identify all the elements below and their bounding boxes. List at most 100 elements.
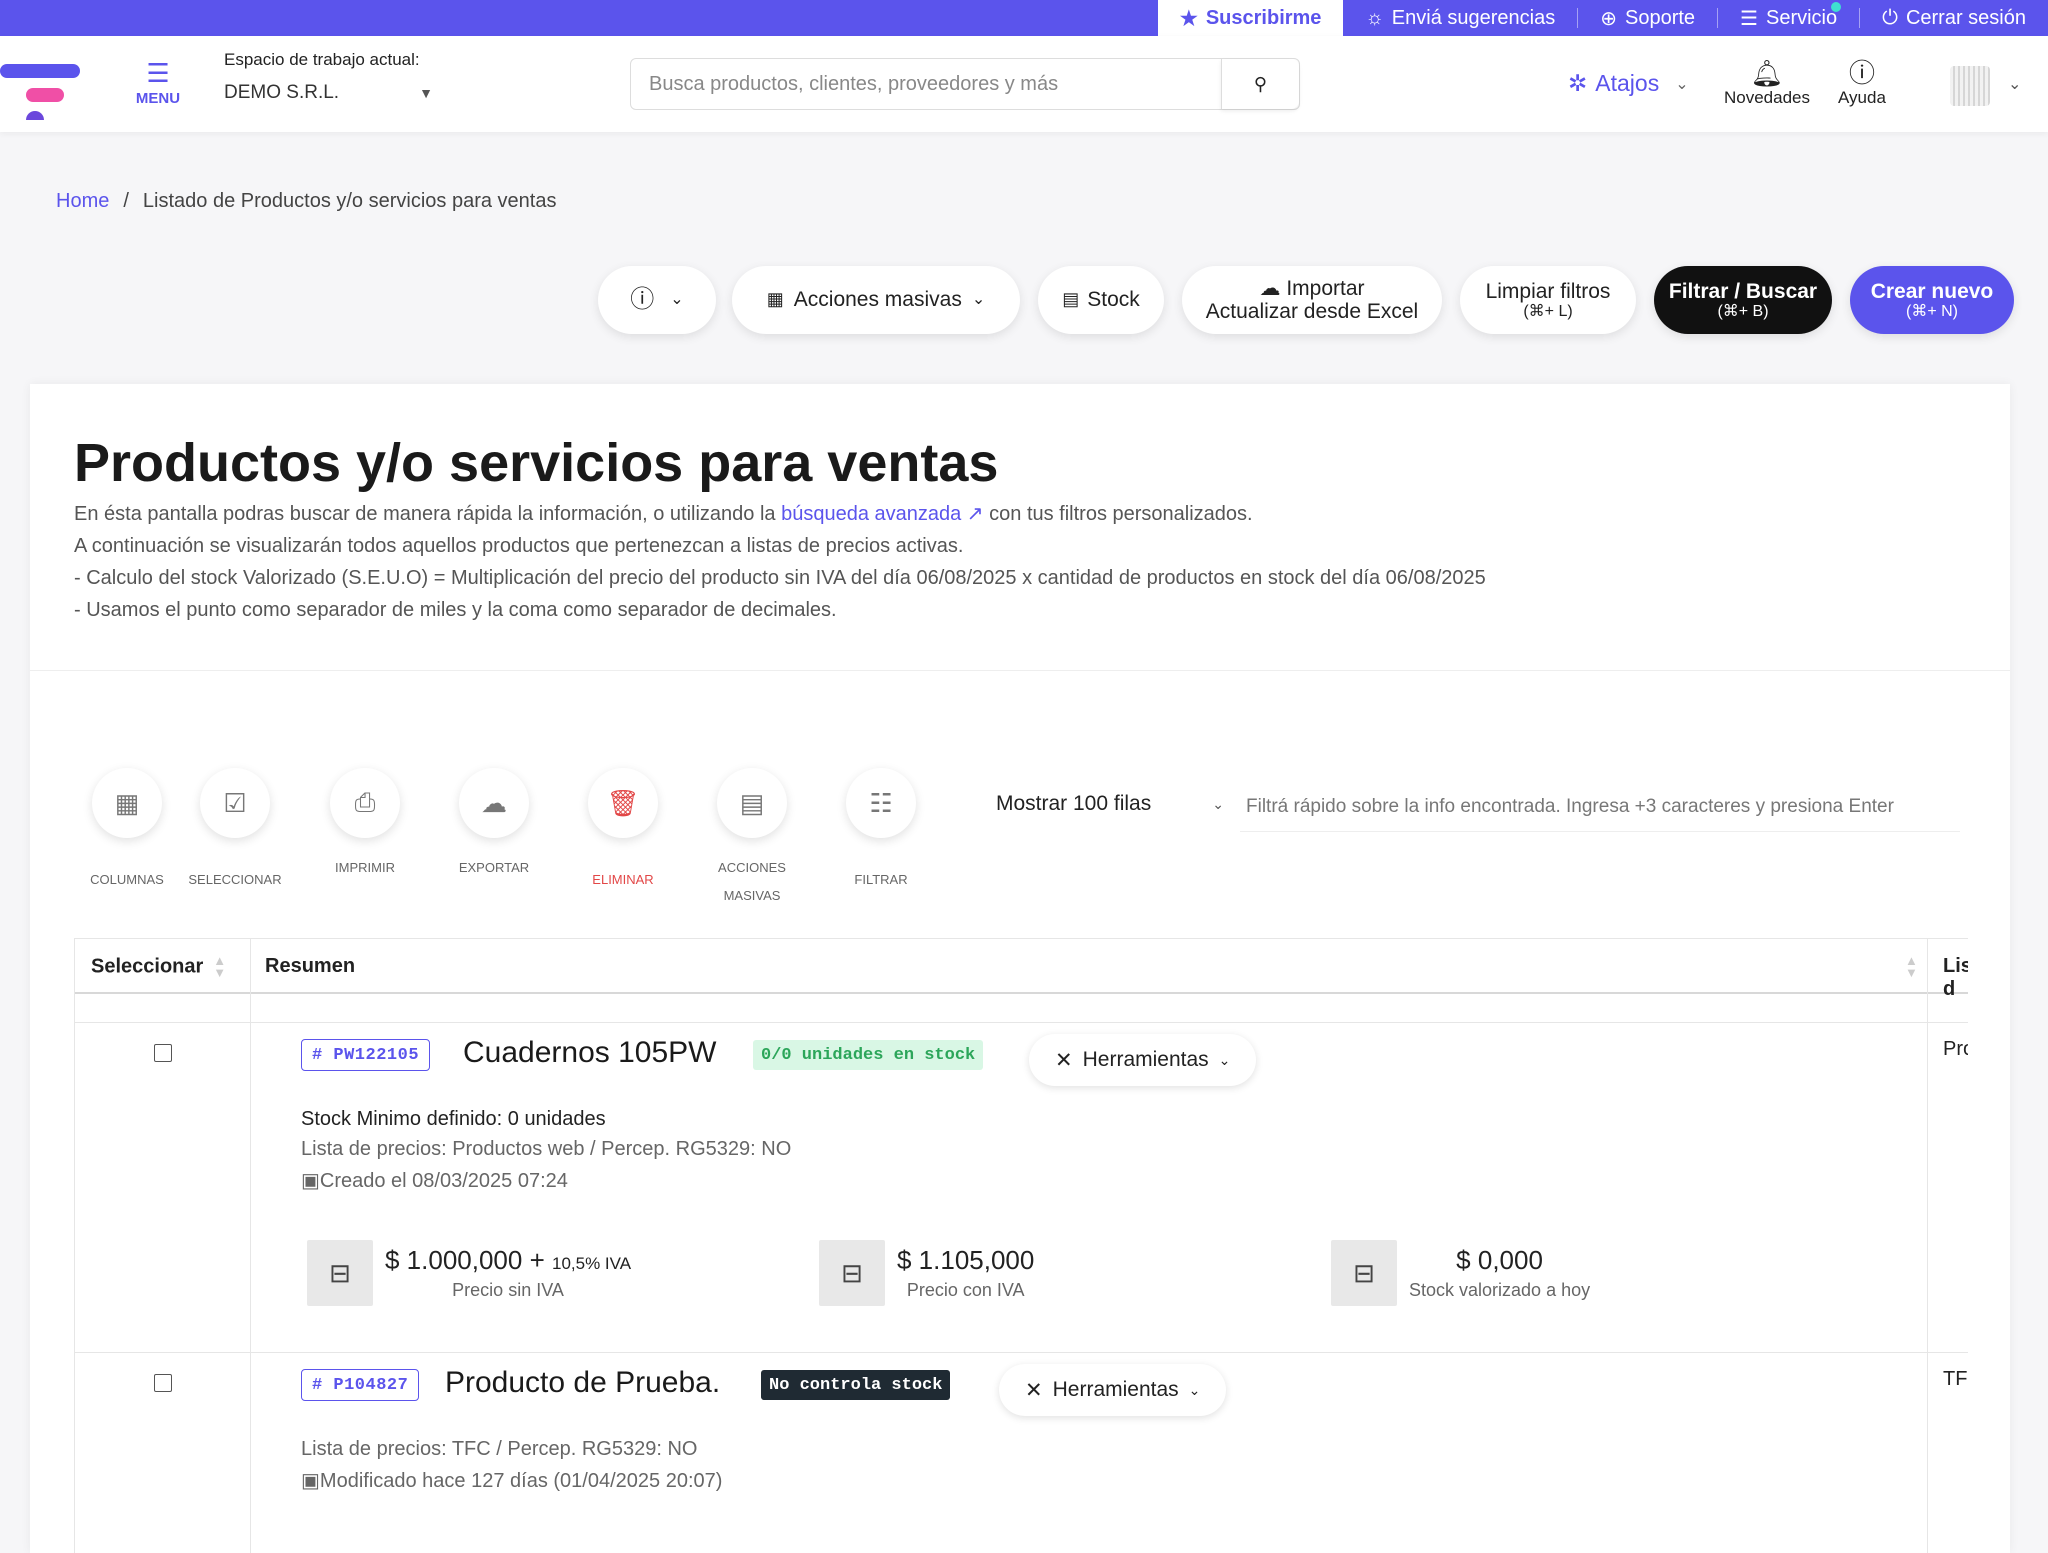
top-bar: ★ Suscribirme ☼ Enviá sugerencias ⊕ Sopo… xyxy=(0,0,2048,36)
price-label: Stock valorizado a hoy xyxy=(1409,1280,1591,1300)
bulk-actions-label: ACCIONES MASIVAS xyxy=(697,854,807,910)
price-label: Precio sin IVA xyxy=(452,1280,564,1300)
desc-text: con tus filtros personalizados. xyxy=(983,503,1253,525)
hamburger-icon: ☰ xyxy=(146,58,170,88)
page-title: Productos y/o servicios para ventas xyxy=(74,433,999,493)
calendar-icon: ▣ xyxy=(301,1470,320,1492)
shortcuts-menu[interactable]: ✲ Atajos ⌄ xyxy=(1568,70,1689,97)
checkbox-edit-icon: ☑ xyxy=(200,768,270,838)
chevron-down-icon[interactable]: ⌄ xyxy=(2008,74,2021,94)
import-button[interactable]: ☁ Importar Actualizar desde Excel xyxy=(1182,266,1442,334)
column-header-list[interactable]: Lista d xyxy=(1943,955,1968,1001)
tools-button[interactable]: ✕ Herramientas ⌄ xyxy=(1029,1034,1257,1086)
stock-button[interactable]: ▤ Stock xyxy=(1038,266,1164,334)
tools-icon: ✕ xyxy=(1025,1378,1043,1402)
service-status-dot xyxy=(1831,2,1842,12)
date-text: ▣Modificado hace 127 días (01/04/2025 20… xyxy=(301,1468,722,1493)
column-header-summary[interactable]: Resumen xyxy=(265,955,355,978)
price-no-iva-amount: $ 1.000,000 + 10,5% IVA xyxy=(385,1245,631,1276)
filter-search-button[interactable]: Filtrar / Buscar (⌘+ B) xyxy=(1654,266,1832,334)
workspace-select[interactable]: DEMO S.R.L. ▼ xyxy=(224,82,433,104)
table-row: # PW122105 Cuadernos 105PW 0/0 unidades … xyxy=(75,1022,1968,1352)
price-value: $ 0,000 xyxy=(1456,1245,1543,1275)
clear-filters-button[interactable]: Limpiar filtros (⌘+ L) xyxy=(1460,266,1636,334)
service-link[interactable]: ☰ Servicio xyxy=(1718,0,1859,36)
money-icon: ⊟ xyxy=(1331,1240,1397,1306)
row-checkbox[interactable] xyxy=(154,1374,172,1392)
sort-icon: ▲ ▼ xyxy=(213,953,227,980)
price-value: $ 1.000,000 + xyxy=(385,1245,545,1275)
clear-filters-label: Limpiar filtros xyxy=(1485,279,1611,303)
help-button[interactable]: ⓘ Ayuda xyxy=(1838,58,1886,108)
tools-button[interactable]: ✕ Herramientas ⌄ xyxy=(999,1364,1227,1416)
select-action[interactable]: ☑ SELECCIONAR xyxy=(180,768,290,894)
list-box-icon: ▤ xyxy=(717,768,787,838)
header: ☰ MENU Espacio de trabajo actual: DEMO S… xyxy=(0,36,2048,132)
brand-logo[interactable] xyxy=(0,50,90,120)
advanced-search-link[interactable]: búsqueda avanzada ↗ xyxy=(781,503,983,525)
breadcrumb-home[interactable]: Home xyxy=(56,190,109,213)
desc-line-1: En ésta pantalla podras buscar de manera… xyxy=(74,498,1486,530)
price-no-iva-block: $ 1.000,000 + 10,5% IVA Precio sin IVA xyxy=(385,1245,631,1301)
news-button[interactable]: 🔔︎ Novedades xyxy=(1724,58,1810,108)
subscribe-link[interactable]: ★ Suscribirme xyxy=(1157,0,1344,36)
support-link[interactable]: ⊕ Soporte xyxy=(1578,0,1717,36)
print-action[interactable]: ⎙ IMPRIMIR xyxy=(310,768,420,882)
product-code-badge[interactable]: # PW122105 xyxy=(301,1039,431,1071)
product-name[interactable]: Cuadernos 105PW xyxy=(463,1036,716,1070)
search-input[interactable] xyxy=(631,72,1221,96)
table-header: Seleccionar ▲▼ Resumen ▲▼ Lista d xyxy=(75,938,1968,1000)
delete-label: ELIMINAR xyxy=(592,872,654,887)
star-icon: ★ xyxy=(1179,7,1198,30)
product-code-badge[interactable]: # P104827 xyxy=(301,1369,420,1401)
bulk-actions-label: Acciones masivas xyxy=(793,288,962,312)
company-avatar[interactable] xyxy=(1950,66,1990,106)
price-list-text: Lista de precios: TFC / Percep. RG5329: … xyxy=(301,1438,698,1460)
rows-per-page-select[interactable]: Mostrar 100 filas ⌄ xyxy=(990,792,1230,816)
chevron-down-icon: ⌄ xyxy=(1218,1051,1231,1068)
delete-action[interactable]: 🗑︎ ELIMINAR xyxy=(568,768,678,894)
price-list-cell: TFC xyxy=(1943,1368,1968,1390)
server-icon: ☰ xyxy=(1740,7,1758,30)
bulk-actions-button[interactable]: ▦ Acciones masivas ⌄ xyxy=(732,266,1020,334)
column-sort-summary[interactable]: ▲ ▼ xyxy=(1895,954,1918,979)
lifebuoy-icon: ⊕ xyxy=(1600,7,1617,30)
price-with-iva-block: $ 1.105,000 Precio con IVA xyxy=(897,1245,1034,1301)
iva-rate: 10,5% IVA xyxy=(552,1254,632,1273)
quick-filter-input[interactable] xyxy=(1240,782,1960,832)
caret-down-icon: ▼ xyxy=(419,85,433,101)
create-new-label: Crear nuevo xyxy=(1870,279,1994,303)
service-label: Servicio xyxy=(1765,6,1838,29)
suggestions-link[interactable]: ☼ Enviá sugerencias xyxy=(1343,0,1577,36)
archive-icon: ▤ xyxy=(1062,289,1080,310)
import-line1: ☁ Importar xyxy=(1259,277,1364,300)
global-search: ⚲ xyxy=(630,58,1300,110)
column-header-select[interactable]: Seleccionar ▲ ▼ xyxy=(91,953,227,980)
menu-button[interactable]: ☰ MENU xyxy=(128,58,188,107)
bulk-actions-line2: MASIVAS xyxy=(723,888,781,903)
columns-action[interactable]: ▦ COLUMNAS xyxy=(72,768,182,894)
logout-link[interactable]: ⏻ Cerrar sesión xyxy=(1860,0,2048,36)
filter-search-label: Filtrar / Buscar xyxy=(1668,279,1818,303)
row-checkbox[interactable] xyxy=(154,1044,172,1062)
export-action[interactable]: ☁ EXPORTAR xyxy=(439,768,549,882)
breadcrumb-current: Listado de Productos y/o servicios para … xyxy=(142,190,557,212)
create-new-button[interactable]: Crear nuevo (⌘+ N) xyxy=(1850,266,2014,334)
page-description: En ésta pantalla podras buscar de manera… xyxy=(74,498,1486,626)
import-label: Importar xyxy=(1286,276,1365,300)
price-list-cell: Produ xyxy=(1943,1038,1968,1060)
stock-min-text: Stock Minimo definido: 0 unidades xyxy=(301,1108,606,1130)
help-dropdown-button[interactable]: ⓘ ⌄ xyxy=(598,266,716,334)
product-name[interactable]: Producto de Prueba. xyxy=(445,1366,720,1400)
support-label: Soporte xyxy=(1624,6,1696,29)
column-header-label: Seleccionar xyxy=(91,955,204,978)
bulk-actions-action[interactable]: ▤ ACCIONES MASIVAS xyxy=(697,768,807,910)
sliders-icon: ☷ xyxy=(846,768,916,838)
date-text: ▣Creado el 08/03/2025 07:24 xyxy=(301,1168,568,1193)
price-value: $ 1.105,000 xyxy=(897,1245,1035,1275)
search-button[interactable]: ⚲ xyxy=(1221,59,1299,109)
import-sub-label: Actualizar desde Excel xyxy=(1205,300,1419,323)
filter-action[interactable]: ☷ FILTRAR xyxy=(826,768,936,894)
tools-label: Herramientas xyxy=(1082,1048,1209,1071)
tools-label: Herramientas xyxy=(1052,1378,1179,1401)
